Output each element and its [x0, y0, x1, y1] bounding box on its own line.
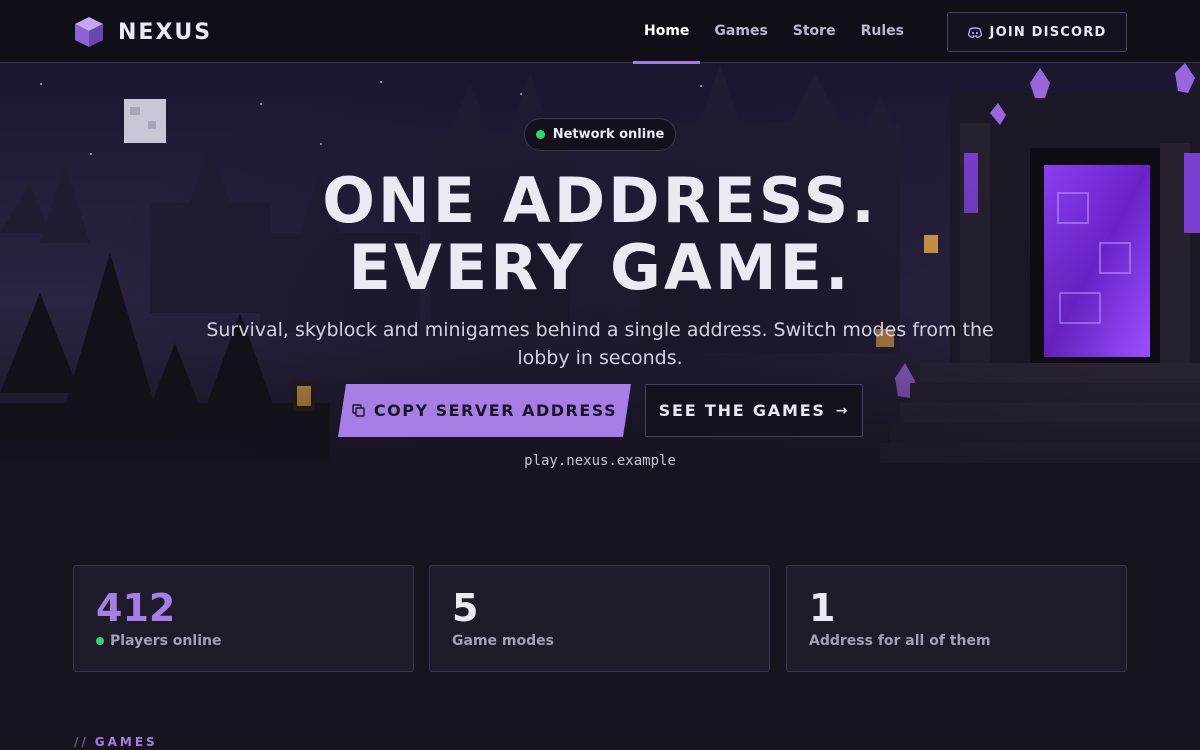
stat-value-address: 1: [809, 586, 836, 630]
arrow-right-icon: →: [835, 402, 850, 419]
stat-card-address: 1 Address for all of them: [786, 565, 1127, 672]
hero: Network online ONE ADDRESS. EVERY GAME. …: [0, 63, 1200, 540]
stat-card-game-modes: 5 Game modes: [429, 565, 770, 672]
stat-value-players: 412: [96, 586, 176, 630]
stat-label-address: Address for all of them: [809, 633, 991, 649]
join-discord-label: JOIN DISCORD: [989, 24, 1107, 40]
nav-link-rules[interactable]: Rules: [850, 0, 915, 63]
copy-server-address-label: COPY SERVER ADDRESS: [373, 401, 618, 420]
copy-server-address-button[interactable]: COPY SERVER ADDRESS: [338, 384, 631, 437]
network-status-badge: Network online: [524, 118, 676, 151]
discord-icon: [967, 26, 982, 38]
cube-icon: [75, 17, 103, 47]
stat-label-players: Players online: [110, 633, 222, 649]
games-section-label: // GAMES: [74, 735, 158, 749]
nav-link-home[interactable]: Home: [633, 0, 701, 64]
stat-value-game-modes: 5: [452, 586, 479, 630]
stat-label-game-modes: Game modes: [452, 633, 554, 649]
copy-icon: [352, 404, 365, 417]
main-nav: Home Games Store Rules: [633, 0, 918, 64]
network-status-text: Network online: [552, 127, 665, 142]
online-dot-icon: [96, 637, 104, 645]
headline-line-1: ONE ADDRESS.: [322, 164, 878, 237]
nav-link-store[interactable]: Store: [782, 0, 847, 63]
section-title: GAMES: [94, 735, 158, 749]
stat-label-players-wrapper: Players online: [96, 633, 221, 649]
brand-name: NEXUS: [118, 19, 213, 45]
stat-card-players: 412 Players online: [73, 565, 414, 672]
section-slashes: //: [74, 735, 89, 749]
hero-subtitle: Survival, skyblock and minigames behind …: [206, 319, 994, 369]
headline-line-2: EVERY GAME.: [348, 231, 852, 304]
brand[interactable]: NEXUS: [74, 16, 212, 48]
join-discord-button[interactable]: JOIN DISCORD: [947, 12, 1127, 52]
see-the-games-label: SEE THE GAMES: [658, 401, 826, 420]
server-address: play.nexus.example: [524, 453, 676, 469]
nav-link-games[interactable]: Games: [703, 0, 778, 63]
see-the-games-button[interactable]: SEE THE GAMES →: [645, 384, 863, 437]
online-dot-icon: [535, 130, 545, 139]
top-nav: NEXUS Home Games Store Rules JOIN DISCOR…: [0, 0, 1200, 64]
